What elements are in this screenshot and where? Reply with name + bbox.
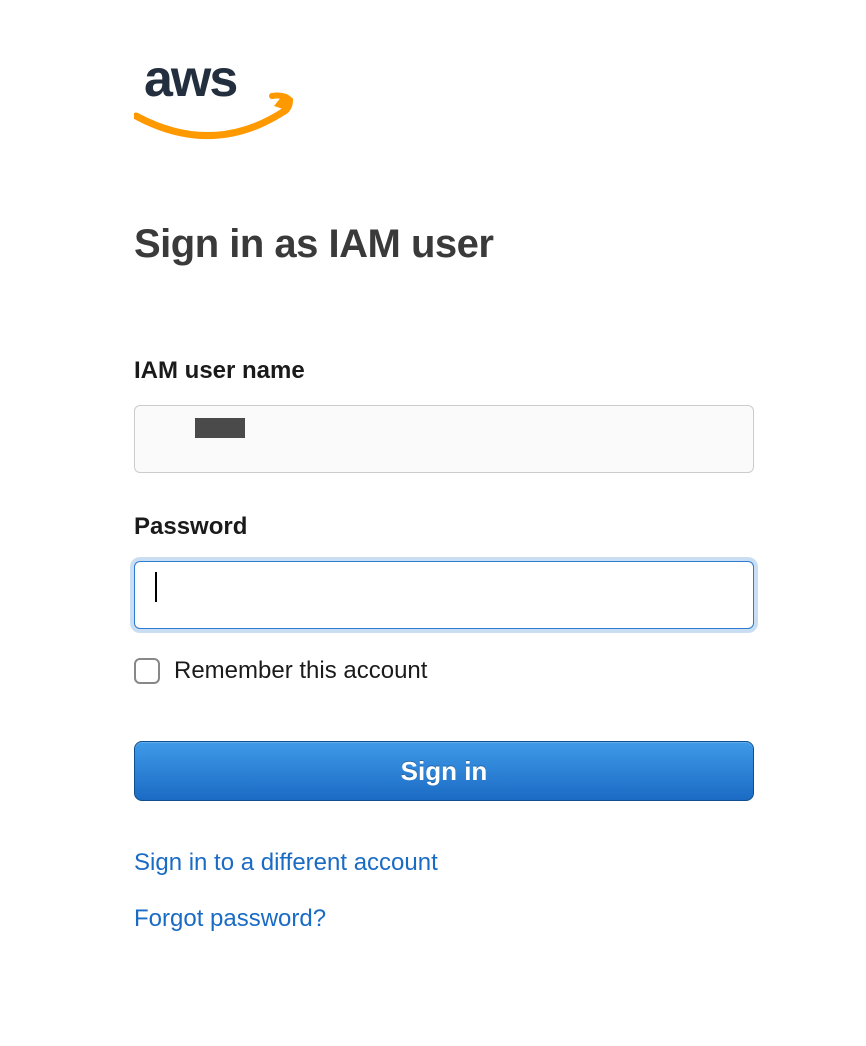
- different-account-link[interactable]: Sign in to a different account: [134, 849, 754, 877]
- text-cursor: [155, 572, 157, 602]
- remember-label: Remember this account: [174, 657, 427, 685]
- password-label: Password: [134, 513, 754, 541]
- aws-logo: aws: [134, 48, 754, 152]
- username-label: IAM user name: [134, 357, 754, 385]
- redacted-username: [195, 418, 245, 438]
- remember-checkbox[interactable]: [134, 658, 160, 684]
- svg-text:aws: aws: [144, 50, 236, 108]
- password-input[interactable]: [134, 561, 754, 629]
- signin-button[interactable]: Sign in: [134, 741, 754, 801]
- username-input[interactable]: [134, 405, 754, 473]
- forgot-password-link[interactable]: Forgot password?: [134, 905, 754, 933]
- page-title: Sign in as IAM user: [134, 222, 754, 267]
